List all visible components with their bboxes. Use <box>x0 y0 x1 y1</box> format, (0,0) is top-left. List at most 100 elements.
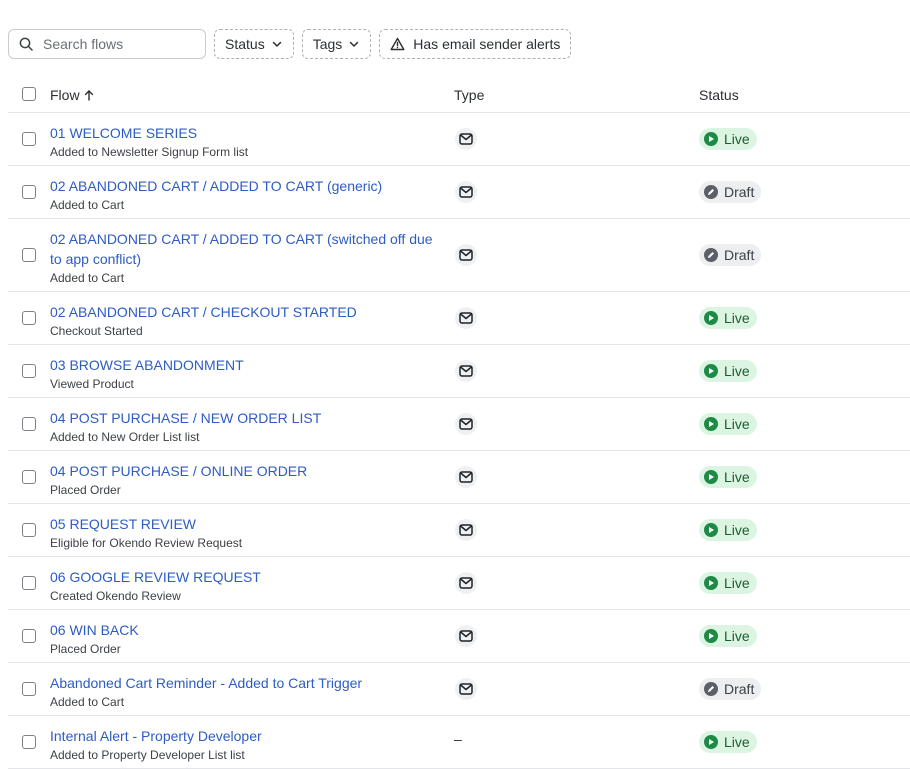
pencil-icon <box>704 682 718 696</box>
status-badge: Live <box>699 466 757 488</box>
flow-name-link[interactable]: 04 POST PURCHASE / ONLINE ORDER Placed Or… <box>50 461 436 498</box>
play-icon <box>704 470 718 484</box>
flow-trigger: Checkout Started <box>50 324 143 338</box>
search-box[interactable] <box>8 29 206 59</box>
flow-name-link[interactable]: 02 ABANDONED CART / ADDED TO CART (gener… <box>50 176 436 213</box>
flow-name[interactable]: 02 ABANDONED CART / CHECKOUT STARTED <box>50 302 436 322</box>
flow-name[interactable]: 06 WIN BACK <box>50 620 436 640</box>
flow-name-link[interactable]: 05 REQUEST REVIEW Eligible for Okendo Rev… <box>50 514 436 551</box>
flow-trigger: Added to Newsletter Signup Form list <box>50 145 249 159</box>
status-badge: Live <box>699 731 757 753</box>
flow-trigger: Added to Cart <box>50 695 125 709</box>
email-sender-alerts-filter-button[interactable]: Has email sender alerts <box>379 29 572 59</box>
flow-name[interactable]: Abandoned Cart Reminder - Added to Cart … <box>50 673 436 693</box>
status-badge: Live <box>699 572 757 594</box>
status-label: Draft <box>724 681 755 697</box>
email-icon <box>455 413 477 435</box>
table-row[interactable]: 03 BROWSE ABANDONMENT Viewed Product Live <box>8 345 910 398</box>
status-filter-label: Status <box>225 36 265 52</box>
email-icon <box>455 519 477 541</box>
status-label: Live <box>724 416 750 432</box>
play-icon <box>704 311 718 325</box>
status-badge: Draft <box>699 678 762 700</box>
status-label: Live <box>724 469 750 485</box>
flow-name-link[interactable]: 04 POST PURCHASE / NEW ORDER LIST Added t… <box>50 408 436 445</box>
flow-column-header[interactable]: Flow <box>50 87 94 103</box>
search-icon <box>19 37 33 51</box>
flow-name[interactable]: Internal Alert - Property Developer <box>50 726 436 746</box>
flow-trigger: Added to New Order List list <box>50 430 200 444</box>
row-checkbox[interactable] <box>22 417 36 431</box>
row-checkbox[interactable] <box>22 576 36 590</box>
table-row[interactable]: 02 ABANDONED CART / ADDED TO CART (gener… <box>8 166 910 219</box>
row-checkbox[interactable] <box>22 523 36 537</box>
table-row[interactable]: Internal Alert - Property Developer Added… <box>8 716 910 769</box>
table-row[interactable]: 02 ABANDONED CART / ADDED TO CART (switc… <box>8 219 910 292</box>
flow-trigger: Added to Cart <box>50 198 125 212</box>
row-checkbox[interactable] <box>22 364 36 378</box>
type-column-header: Type <box>454 87 484 103</box>
play-icon <box>704 735 718 749</box>
table-row[interactable]: 04 POST PURCHASE / NEW ORDER LIST Added t… <box>8 398 910 451</box>
flow-name[interactable]: 02 ABANDONED CART / ADDED TO CART (gener… <box>50 176 436 196</box>
flow-name[interactable]: 05 REQUEST REVIEW <box>50 514 436 534</box>
play-icon <box>704 576 718 590</box>
flow-name-link[interactable]: 02 ABANDONED CART / ADDED TO CART (switc… <box>50 229 436 286</box>
status-label: Live <box>724 575 750 591</box>
status-label: Live <box>724 522 750 538</box>
play-icon <box>704 629 718 643</box>
row-checkbox[interactable] <box>22 470 36 484</box>
row-checkbox[interactable] <box>22 311 36 325</box>
email-icon <box>455 307 477 329</box>
table-row[interactable]: Abandoned Cart Reminder - Added to Cart … <box>8 663 910 716</box>
status-badge: Live <box>699 307 757 329</box>
flow-name[interactable]: 02 ABANDONED CART / ADDED TO CART (switc… <box>50 229 436 269</box>
email-icon <box>455 466 477 488</box>
email-icon <box>455 128 477 150</box>
flow-name-link[interactable]: 01 WELCOME SERIES Added to Newsletter Sig… <box>50 123 436 160</box>
pencil-icon <box>704 185 718 199</box>
flow-name-link[interactable]: Internal Alert - Property Developer Added… <box>50 726 436 763</box>
table-row[interactable]: 02 ABANDONED CART / CHECKOUT STARTED Chec… <box>8 292 910 345</box>
row-checkbox[interactable] <box>22 185 36 199</box>
flow-trigger: Placed Order <box>50 483 121 497</box>
flow-name-link[interactable]: 02 ABANDONED CART / CHECKOUT STARTED Chec… <box>50 302 436 339</box>
status-label: Live <box>724 131 750 147</box>
pencil-icon <box>704 248 718 262</box>
status-badge: Draft <box>699 244 762 266</box>
status-label: Draft <box>724 247 755 263</box>
email-icon <box>455 572 477 594</box>
row-checkbox[interactable] <box>22 735 36 749</box>
warning-icon <box>390 37 405 51</box>
flow-name[interactable]: 04 POST PURCHASE / NEW ORDER LIST <box>50 408 436 428</box>
flow-name-link[interactable]: 06 GOOGLE REVIEW REQUEST Created Okendo R… <box>50 567 436 604</box>
select-all-checkbox[interactable] <box>22 87 36 101</box>
table-row[interactable]: 06 WIN BACK Placed Order Live <box>8 610 910 663</box>
flow-name-link[interactable]: 03 BROWSE ABANDONMENT Viewed Product <box>50 355 436 392</box>
tags-filter-button[interactable]: Tags <box>301 29 372 59</box>
table-row[interactable]: 05 REQUEST REVIEW Eligible for Okendo Rev… <box>8 504 910 557</box>
status-badge: Live <box>699 413 757 435</box>
email-icon <box>455 360 477 382</box>
flow-name[interactable]: 01 WELCOME SERIES <box>50 123 436 143</box>
table-row[interactable]: 01 WELCOME SERIES Added to Newsletter Sig… <box>8 113 910 166</box>
flow-name[interactable]: 04 POST PURCHASE / ONLINE ORDER <box>50 461 436 481</box>
row-checkbox[interactable] <box>22 248 36 262</box>
flow-type-empty: – <box>454 731 462 747</box>
row-checkbox[interactable] <box>22 629 36 643</box>
play-icon <box>704 132 718 146</box>
status-badge: Draft <box>699 181 762 203</box>
status-label: Draft <box>724 184 755 200</box>
row-checkbox[interactable] <box>22 132 36 146</box>
status-badge: Live <box>699 360 757 382</box>
flow-name[interactable]: 06 GOOGLE REVIEW REQUEST <box>50 567 436 587</box>
table-row[interactable]: 06 GOOGLE REVIEW REQUEST Created Okendo R… <box>8 557 910 610</box>
status-filter-button[interactable]: Status <box>214 29 294 59</box>
table-row[interactable]: 04 POST PURCHASE / ONLINE ORDER Placed Or… <box>8 451 910 504</box>
search-input[interactable] <box>41 35 195 53</box>
flow-name[interactable]: 03 BROWSE ABANDONMENT <box>50 355 436 375</box>
flow-name-link[interactable]: 06 WIN BACK Placed Order <box>50 620 436 657</box>
row-checkbox[interactable] <box>22 682 36 696</box>
flow-name-link[interactable]: Abandoned Cart Reminder - Added to Cart … <box>50 673 436 710</box>
status-label: Live <box>724 628 750 644</box>
